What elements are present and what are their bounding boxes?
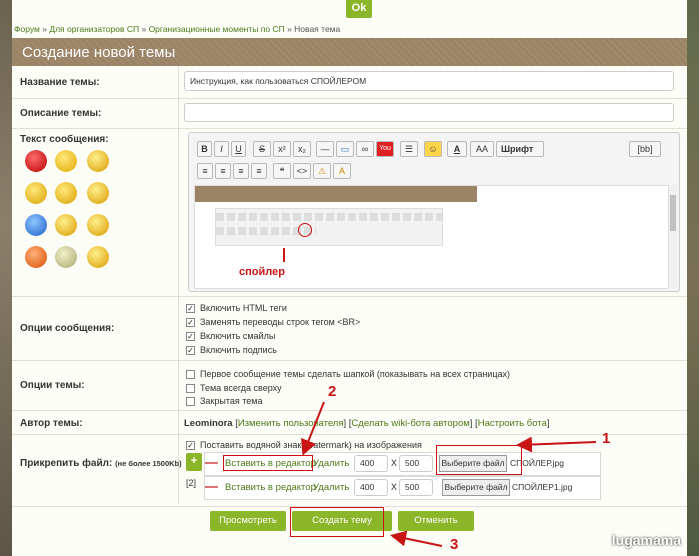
- annotation-number-1: 1: [602, 430, 611, 447]
- right-background-strip: [687, 0, 699, 556]
- arrow-3: [390, 530, 443, 547]
- arrow-1: [516, 436, 597, 453]
- annotation-arrows: [205, 401, 597, 547]
- annotation-number-3: 3: [450, 536, 459, 553]
- annotation-number-2: 2: [328, 383, 337, 400]
- brand-watermark: lugamama: [611, 532, 681, 548]
- arrow-2: [301, 401, 325, 456]
- left-background-strip: [0, 0, 12, 556]
- page: Ok Форум » Для организаторов СП » Органи…: [12, 0, 687, 556]
